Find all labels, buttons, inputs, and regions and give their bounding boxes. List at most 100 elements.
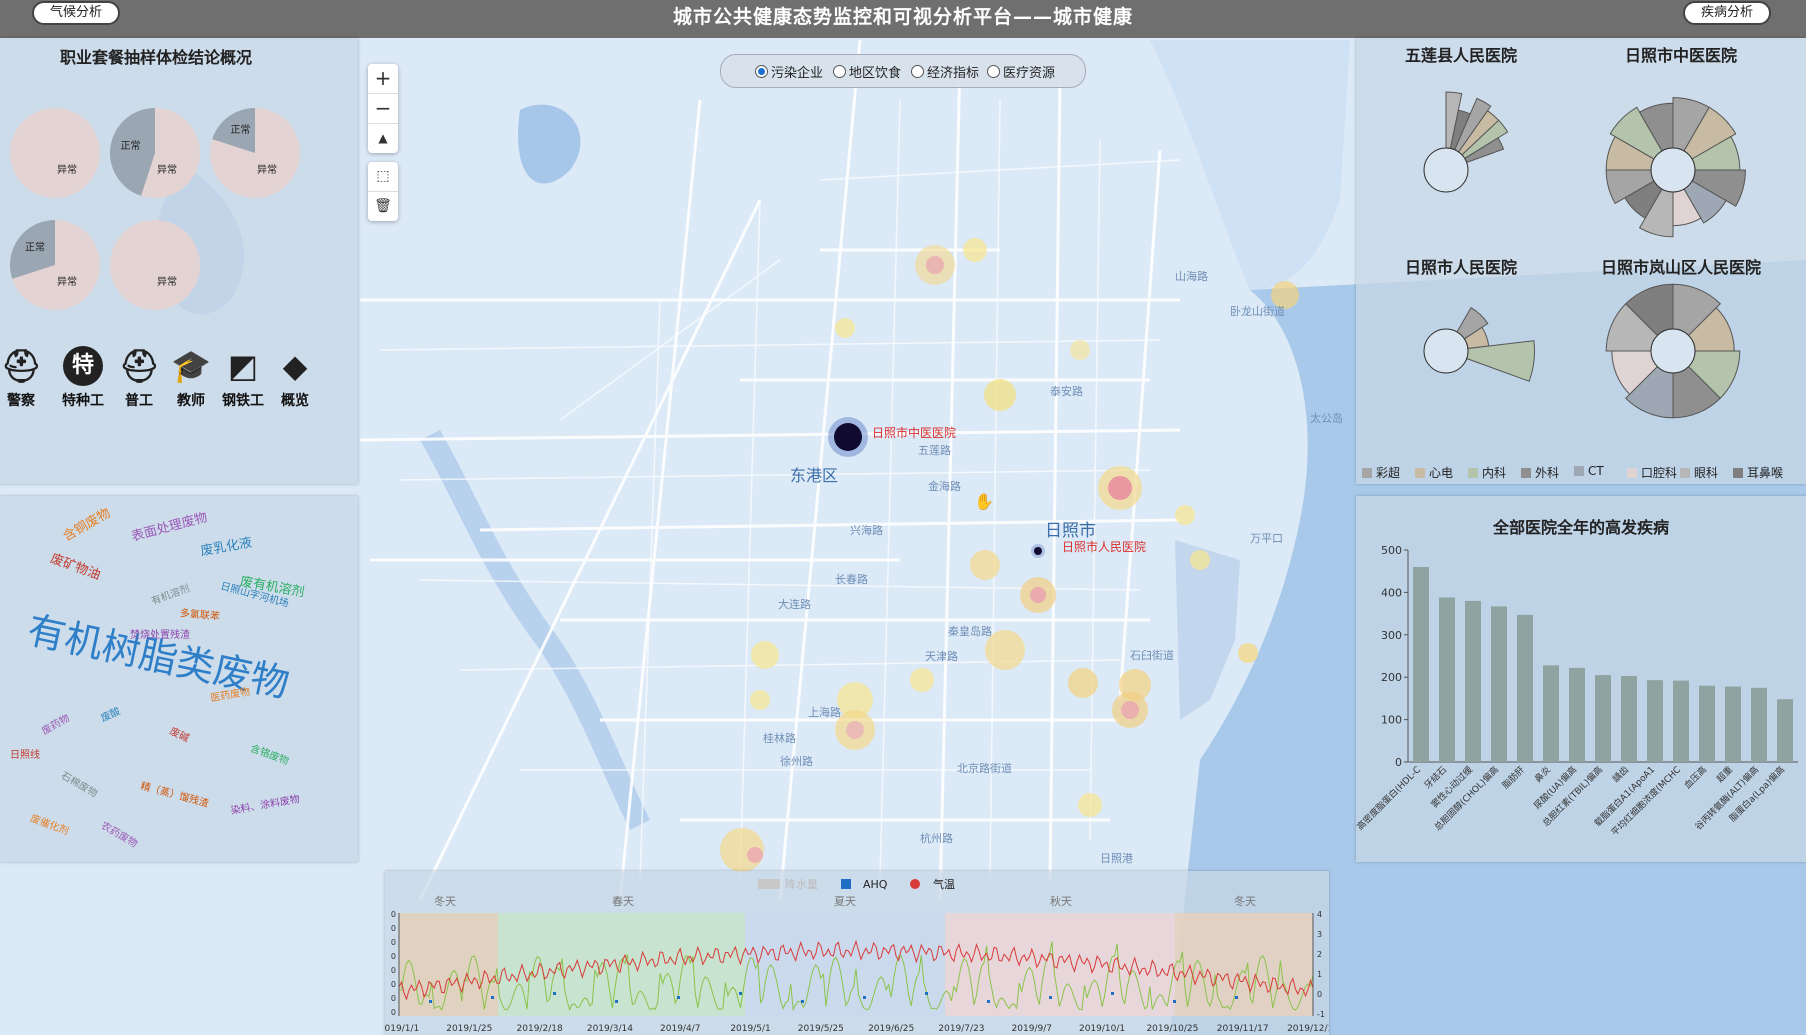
bar[interactable] — [1699, 685, 1715, 762]
legend-item-5[interactable]: 口腔科 — [1627, 464, 1677, 481]
x-tick-label: 2019/6/25 — [868, 1024, 914, 1034]
occupation-pie[interactable]: 异常 — [10, 108, 100, 198]
bar[interactable] — [1413, 566, 1429, 762]
map-label: 卧龙山街道 — [1230, 305, 1285, 318]
map-label: 泰安路 — [1050, 385, 1083, 398]
map-label: 五莲路 — [918, 444, 951, 457]
legend-item-2[interactable]: 内科 — [1468, 464, 1506, 481]
zoom-in-button[interactable]: + — [368, 64, 398, 94]
legend-rain-label[interactable]: 降水量 — [785, 877, 818, 891]
x-tick-label: 高密度脂蛋白(HDL-C — [1356, 764, 1423, 833]
bar[interactable] — [1777, 699, 1793, 762]
draw-polygon-icon[interactable]: ⬚ — [368, 162, 398, 192]
graduation-cap-icon: 🎓 — [171, 347, 211, 385]
compass-reset-button[interactable]: ▲ — [368, 124, 398, 153]
bar[interactable] — [1491, 606, 1507, 762]
zoom-out-button[interactable]: − — [368, 94, 398, 124]
occupation-panel: 职业套餐抽样体检结论概况 异常 正常 异常 正常 异常 正常 异常 异常 ⛑ 警察特特种工 ⛑ 普工… — [0, 38, 358, 484]
x-tick-label: 2019/2/18 — [517, 1024, 563, 1034]
occupation-pie[interactable]: 异常 — [110, 220, 200, 310]
ahq-point[interactable] — [677, 996, 680, 999]
occupation-pie[interactable]: 正常异常 — [109, 108, 200, 198]
ahq-point[interactable] — [615, 1000, 618, 1003]
radio-dot[interactable] — [755, 65, 768, 78]
ahq-point[interactable] — [1173, 1000, 1176, 1003]
ahq-point[interactable] — [739, 992, 742, 995]
bar[interactable] — [1465, 600, 1481, 762]
occupation-pie[interactable]: 正常异常 — [9, 220, 100, 310]
rose-center — [1650, 147, 1696, 193]
disease-analysis-button[interactable]: 疾病分析 — [1683, 1, 1771, 25]
climate-analysis-button[interactable]: 气候分析 — [32, 1, 120, 25]
legend-label: 口腔科 — [1641, 466, 1678, 480]
bar[interactable] — [1751, 687, 1767, 762]
legend-item-4[interactable]: CT — [1574, 464, 1604, 478]
legend-ahq-label[interactable]: AHQ — [863, 878, 888, 891]
ahq-point[interactable] — [863, 996, 866, 999]
ahq-point[interactable] — [1111, 992, 1114, 995]
rose-chart[interactable] — [1605, 97, 1746, 238]
occupation-0-button[interactable]: ⛑ 警察 — [0, 346, 52, 410]
bar[interactable] — [1543, 665, 1559, 762]
radio-medical[interactable]: 医疗资源 — [987, 62, 1055, 81]
ahq-point[interactable] — [1049, 996, 1052, 999]
pie-abnormal-label: 异常 — [157, 275, 177, 288]
ahq-point[interactable] — [987, 1000, 990, 1003]
legend-item-0[interactable]: 彩超 — [1362, 464, 1400, 481]
radio-dot[interactable] — [911, 65, 924, 78]
bar[interactable] — [1595, 675, 1611, 762]
pie-abnormal-slice[interactable] — [10, 108, 100, 198]
bar[interactable] — [1439, 597, 1455, 762]
radio-dot[interactable] — [833, 65, 846, 78]
ahq-point[interactable] — [801, 1000, 804, 1003]
radio-pollution[interactable]: 污染企业 — [755, 62, 823, 81]
pie-abnormal-slice[interactable] — [110, 220, 200, 310]
bar[interactable] — [1673, 680, 1689, 762]
rose-chart[interactable] — [1605, 283, 1741, 419]
bar[interactable] — [1517, 614, 1533, 762]
bar[interactable] — [1621, 675, 1637, 762]
bar[interactable] — [1569, 667, 1585, 762]
climate-timeline-panel: 冬天 春天 夏天 秋天 冬天 降水量 AHQ 气温 0 0 0 0 0 0 0 0 4 3 2 1 0 -1 2019/1/… — [385, 871, 1329, 1035]
ahq-point[interactable] — [491, 996, 494, 999]
legend-swatch — [1574, 466, 1584, 476]
occupation-1-button[interactable]: 特特种工 — [52, 346, 114, 410]
legend-temp-swatch[interactable] — [910, 879, 920, 889]
hospital-label-people[interactable]: 日照市人民医院 — [1062, 538, 1146, 555]
ahq-point[interactable] — [1235, 996, 1238, 999]
occupation-5-button[interactable]: ◆ 概览 — [264, 346, 326, 410]
rose-chart[interactable] — [1423, 307, 1535, 382]
y-tick-label: 300 — [1381, 629, 1402, 642]
season-band — [945, 913, 1175, 1016]
legend-temp-label[interactable]: 气温 — [933, 877, 955, 891]
ahq-point[interactable] — [429, 1000, 432, 1003]
x-tick-label: 2019/1/1 — [385, 1024, 419, 1034]
radio-economy[interactable]: 经济指标 — [911, 62, 979, 81]
bar[interactable] — [1725, 686, 1741, 762]
legend-item-1[interactable]: 心电 — [1415, 464, 1453, 481]
occupation-pie[interactable]: 正常异常 — [210, 108, 300, 198]
ahq-point[interactable] — [553, 992, 556, 995]
map-label: 北京路街道 — [957, 762, 1012, 775]
ahq-point[interactable] — [925, 992, 928, 995]
y-tick-label: 0 — [1395, 756, 1402, 769]
special-worker-icon: 特 — [63, 346, 103, 386]
hospital-label-tcm[interactable]: 日照市中医医院 — [872, 424, 956, 441]
radio-diet[interactable]: 地区饮食 — [833, 62, 901, 81]
legend-label: 彩超 — [1376, 466, 1401, 480]
rose-chart[interactable] — [1423, 91, 1509, 193]
legend-item-6[interactable]: 眼科 — [1680, 464, 1718, 481]
layer-radio-group: 污染企业 地区饮食 经济指标 医疗资源 — [720, 54, 1086, 88]
y-tick-label: 200 — [1381, 671, 1402, 684]
map-label: 秦皇岛路 — [948, 625, 992, 638]
trash-icon[interactable]: 🗑 — [368, 192, 398, 221]
legend-rain-swatch[interactable] — [758, 879, 780, 889]
legend-ahq-swatch[interactable] — [841, 879, 851, 889]
map-label: 万平口 — [1250, 532, 1283, 545]
radio-dot[interactable] — [987, 65, 1000, 78]
bar[interactable] — [1647, 680, 1663, 762]
radio-label: 地区饮食 — [849, 66, 902, 81]
legend-item-3[interactable]: 外科 — [1521, 464, 1559, 481]
x-tick-label: 2019/3/14 — [587, 1024, 633, 1034]
legend-item-7[interactable]: 耳鼻喉 — [1733, 464, 1783, 481]
